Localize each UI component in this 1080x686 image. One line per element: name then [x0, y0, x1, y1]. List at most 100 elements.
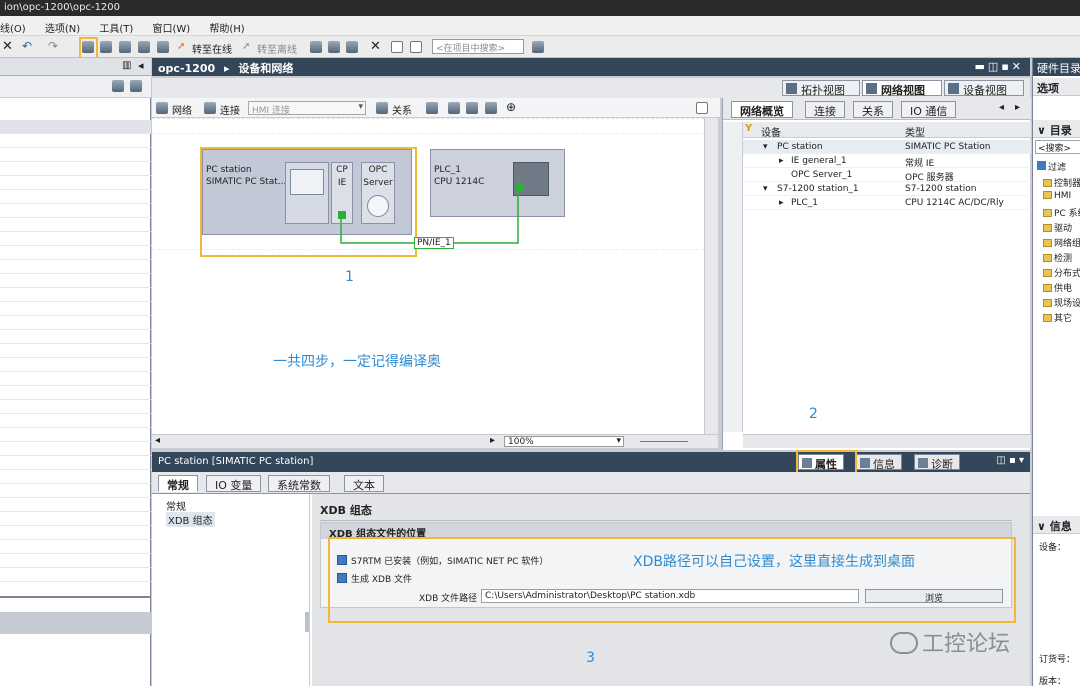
breadcrumb-project[interactable]: opc-1200	[158, 62, 215, 75]
tree-row[interactable]	[0, 400, 151, 414]
catalog-filter-checkbox[interactable]: 过滤	[1037, 160, 1080, 174]
download-icon[interactable]	[100, 41, 112, 53]
catalog-options-header[interactable]: 选项	[1033, 78, 1080, 96]
tab-io-tags[interactable]: IO 变量	[206, 475, 262, 492]
grid-icon[interactable]	[466, 102, 478, 114]
catalog-search-input[interactable]: <搜索>	[1035, 140, 1080, 154]
catalog-item[interactable]: 分布式	[1037, 266, 1080, 280]
tree-row[interactable]	[0, 316, 151, 330]
tab-texts[interactable]: 文本	[344, 475, 384, 492]
tab-general[interactable]: 常规	[158, 475, 198, 492]
address-icon[interactable]	[426, 102, 438, 114]
column-type[interactable]: 类型	[905, 124, 925, 139]
table-row[interactable]: ▾ S7-1200 station_1 S7-1200 station	[743, 182, 1031, 196]
tree-row[interactable]	[0, 204, 151, 218]
catalog-item[interactable]: 网络组件	[1037, 236, 1080, 250]
zoom-slider[interactable]	[640, 441, 688, 442]
close-editor-icon[interactable]: ✕	[370, 39, 381, 54]
split-horizontal-icon[interactable]	[391, 41, 403, 53]
cross-reference-icon[interactable]	[328, 41, 340, 53]
tree-row[interactable]	[0, 344, 151, 358]
tab-io-communication[interactable]: IO 通信	[901, 101, 957, 118]
canvas-horizontal-scrollbar[interactable]: ◂ ▸ 100% ▾	[152, 434, 718, 448]
tree-row[interactable]	[0, 302, 151, 316]
tree-row[interactable]	[0, 288, 151, 302]
cpu-start-icon[interactable]	[157, 41, 169, 53]
tab-network-view[interactable]: 网络视图	[862, 80, 942, 97]
relations-icon[interactable]	[376, 102, 388, 114]
catalog-item[interactable]: 其它	[1037, 311, 1080, 325]
tab-topology-view[interactable]: 拓扑视图	[782, 80, 860, 97]
table-row[interactable]: OPC Server_1 OPC 服务器	[743, 168, 1031, 183]
page-icon[interactable]	[485, 102, 497, 114]
tree-row[interactable]	[0, 162, 151, 176]
catalog-item[interactable]: PC 系统	[1037, 206, 1080, 220]
tab-info[interactable]: 信息	[856, 454, 902, 471]
window-controls[interactable]: ▬◫▪✕	[975, 60, 1024, 73]
project-search-input[interactable]: <在项目中搜索>	[432, 39, 524, 54]
tree-row[interactable]	[0, 470, 151, 484]
scroll-right-icon[interactable]: ▸	[490, 435, 495, 446]
menu-help[interactable]: 帮助(H)	[201, 16, 252, 35]
nav-xdb-config[interactable]: XDB 组态	[166, 512, 215, 527]
redo-icon[interactable]: ↷	[48, 39, 58, 53]
tree-row[interactable]	[0, 176, 151, 190]
filter-icon[interactable]: Y	[745, 123, 752, 134]
tree-row[interactable]	[0, 246, 151, 260]
tree-row[interactable]	[0, 512, 151, 526]
catalog-item[interactable]: 现场设备	[1037, 296, 1080, 310]
relations-button[interactable]: 关系	[392, 102, 412, 117]
connection-mode-button[interactable]: 连接	[220, 102, 240, 117]
tree-row[interactable]	[0, 190, 151, 204]
table-row[interactable]: ▸ IE general_1 常规 IE	[743, 154, 1031, 169]
tree-row[interactable]	[0, 260, 151, 274]
catalog-item[interactable]: 控制器	[1037, 176, 1080, 190]
pin-icon[interactable]: ▥	[122, 60, 131, 71]
tree-row[interactable]	[0, 274, 151, 288]
catalog-item[interactable]: HMI	[1037, 191, 1080, 205]
menu-online[interactable]: 线(O)	[0, 16, 34, 35]
tree-row[interactable]	[0, 568, 151, 582]
nav-general[interactable]: 常规	[166, 498, 186, 513]
column-device[interactable]: 设备	[761, 124, 781, 139]
tree-row[interactable]	[0, 414, 151, 428]
tree-row[interactable]	[0, 456, 151, 470]
go-online-button[interactable]: 转至在线	[192, 41, 232, 56]
table-row[interactable]: ▸ PLC_1 CPU 1214C AC/DC/Rly	[743, 196, 1031, 210]
split-vertical-icon[interactable]	[410, 41, 422, 53]
simulation-icon[interactable]	[138, 41, 150, 53]
connection-type-select[interactable]: HMI 连接 ▾	[248, 101, 366, 116]
tree-row[interactable]	[0, 442, 151, 456]
table-row[interactable]: ▾ PC station SIMATIC PC Station	[743, 140, 1031, 154]
tree-row[interactable]	[0, 134, 151, 148]
monitor-icon[interactable]	[346, 41, 358, 53]
menu-window[interactable]: 窗口(W)	[144, 16, 198, 35]
overview-horizontal-scrollbar[interactable]	[743, 434, 1031, 448]
go-online-icon[interactable]: ➚	[177, 41, 185, 52]
tree-row[interactable]	[0, 372, 151, 386]
pn-ie-label[interactable]: PN/IE_1	[414, 237, 454, 249]
tree-row[interactable]	[0, 540, 151, 554]
zoom-icon[interactable]: ⊕	[506, 100, 516, 114]
tree-sync-icon[interactable]	[130, 80, 142, 92]
catalog-item[interactable]: 驱动	[1037, 221, 1080, 235]
collapse-left-icon[interactable]: ◂	[138, 59, 144, 72]
accessible-devices-icon[interactable]	[310, 41, 322, 53]
tree-row[interactable]	[0, 330, 151, 344]
menu-options[interactable]: 选项(N)	[37, 16, 88, 35]
tree-row[interactable]	[0, 120, 151, 134]
zoom-select[interactable]: 100% ▾	[504, 436, 624, 447]
tab-diagnostics[interactable]: 诊断	[914, 454, 960, 471]
go-offline-icon[interactable]: ➚	[242, 41, 250, 52]
tree-row[interactable]	[0, 386, 151, 400]
save-layout-icon[interactable]	[696, 102, 708, 114]
tree-row[interactable]	[0, 218, 151, 232]
splitter-handle[interactable]	[305, 612, 309, 632]
inspector-window-controls[interactable]: ◫ ▪ ▾	[996, 455, 1024, 466]
tab-scroll-left-icon[interactable]: ◂	[999, 102, 1004, 113]
undo-icon[interactable]: ↶	[22, 39, 32, 53]
catalog-header[interactable]: ∨ 目录	[1033, 120, 1080, 138]
canvas-vertical-scrollbar[interactable]	[704, 118, 718, 434]
pn-ie-link[interactable]	[340, 181, 519, 244]
tab-system-constants[interactable]: 系统常数	[268, 475, 330, 492]
